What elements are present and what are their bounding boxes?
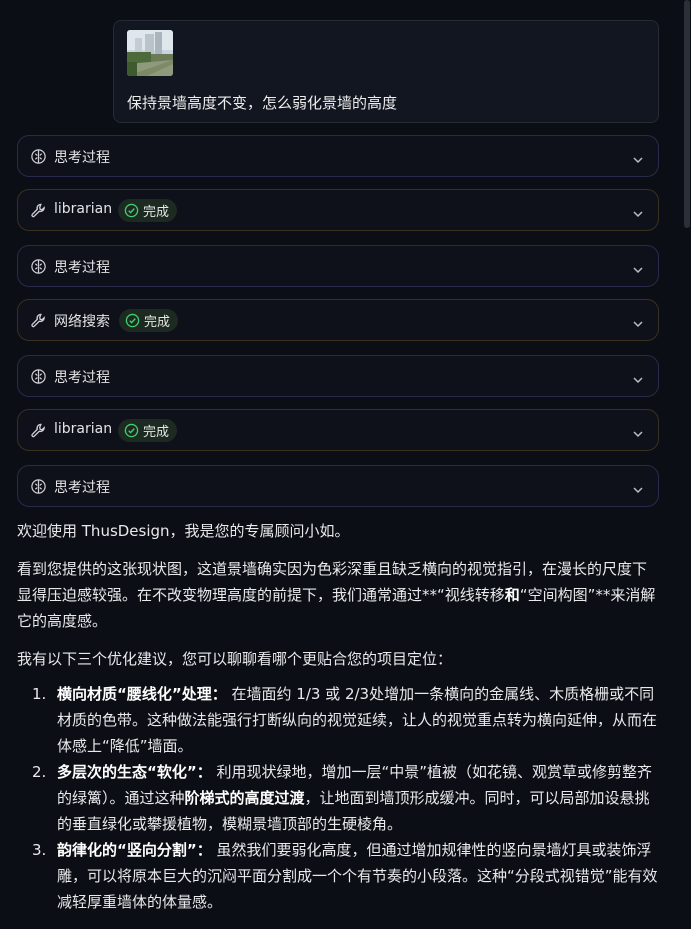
chevron-down-icon[interactable] (632, 371, 644, 384)
item-title: 横向材质“腰线化”处理 (57, 685, 212, 703)
user-message: 保持景墙高度不变，怎么弱化景墙的高度 (113, 20, 659, 123)
list-item: 1. 横向材质“腰线化”处理： 在墙面约 1/3 或 2/3处增加一条横向的金属… (17, 681, 661, 759)
status-text: 完成 (143, 205, 170, 220)
chevron-down-icon[interactable] (632, 261, 644, 274)
thinking-step-4[interactable]: 思考过程 (17, 465, 659, 507)
chevron-down-icon[interactable] (632, 315, 644, 328)
item-colon: ： (196, 763, 212, 781)
chevron-down-icon[interactable] (632, 151, 644, 164)
user-message-text: 保持景墙高度不变，怎么弱化景墙的高度 (127, 94, 398, 112)
brain-icon (30, 478, 47, 495)
list-number: 1. (32, 685, 47, 703)
chevron-down-icon[interactable] (632, 425, 644, 438)
analysis-bold: 和 (504, 586, 520, 604)
step-label: librarian (54, 201, 113, 217)
check-circle-icon (124, 423, 139, 438)
item-bold: 阶梯式的高度过渡 (184, 789, 305, 807)
list-number: 3. (32, 841, 47, 859)
suggestion-list: 1. 横向材质“腰线化”处理： 在墙面约 1/3 或 2/3处增加一条横向的金属… (17, 681, 661, 915)
thinking-step-2[interactable]: 思考过程 (17, 245, 659, 287)
status-badge: 完成 (119, 309, 179, 332)
wrench-icon (30, 312, 47, 329)
step-label: 思考过程 (54, 260, 110, 276)
wrench-icon (30, 422, 47, 439)
brain-icon (30, 148, 47, 165)
step-label: 网络搜索 (54, 314, 110, 330)
greeting-text: 欢迎使用 ThusDesign，我是您的专属顾问小如。 (17, 522, 350, 540)
item-title: 多层次的生态“软化” (57, 763, 197, 781)
status-badge: 完成 (118, 419, 178, 442)
item-title: 韵律化的“竖向分割” (57, 841, 197, 859)
wrench-icon (30, 202, 47, 219)
scrollbar-thumb[interactable] (684, 0, 690, 228)
list-item: 2. 多层次的生态“软化”： 利用现状绿地，增加一层“中景”植被（如花镜、观赏草… (17, 759, 661, 837)
tool-step-web-search[interactable]: 网络搜索 完成 (17, 299, 659, 341)
step-label: librarian (54, 421, 113, 437)
step-label: 思考过程 (54, 370, 110, 386)
check-circle-icon (124, 203, 139, 218)
tool-step-librarian-1[interactable]: librarian 完成 (17, 189, 659, 231)
thinking-step-3[interactable]: 思考过程 (17, 355, 659, 397)
chat-page: 保持景墙高度不变，怎么弱化景墙的高度 思考过程 librarian 完成 思考过… (0, 0, 691, 929)
list-item: 3. 韵律化的“竖向分割”： 虽然我们要弱化高度，但通过增加规律性的竖向景墙灯具… (17, 837, 661, 915)
status-badge: 完成 (118, 199, 178, 222)
status-text: 完成 (144, 315, 171, 330)
step-label: 思考过程 (54, 150, 110, 166)
chevron-down-icon[interactable] (632, 481, 644, 494)
list-number: 2. (32, 763, 47, 781)
item-colon: ： (211, 685, 227, 703)
assistant-answer: 欢迎使用 ThusDesign，我是您的专属顾问小如。 看到您提供的这张现状图，… (17, 518, 661, 915)
attachment-thumbnail[interactable] (127, 30, 173, 76)
thinking-step-1[interactable]: 思考过程 (17, 135, 659, 177)
item-colon: ： (196, 841, 212, 859)
scrollbar[interactable] (683, 0, 691, 929)
suggestions-lead: 我有以下三个优化建议，您可以聊聊看哪个更贴合您的项目定位： (17, 650, 453, 668)
brain-icon (30, 258, 47, 275)
chevron-down-icon[interactable] (632, 205, 644, 218)
brain-icon (30, 368, 47, 385)
tool-step-librarian-2[interactable]: librarian 完成 (17, 409, 659, 451)
status-text: 完成 (143, 425, 170, 440)
check-circle-icon (125, 313, 140, 328)
analysis-paragraph: 看到您提供的这张现状图，这道景墙确实因为色彩深重且缺乏横向的视觉指引，在漫长的尺… (17, 556, 661, 634)
step-label: 思考过程 (54, 480, 110, 496)
